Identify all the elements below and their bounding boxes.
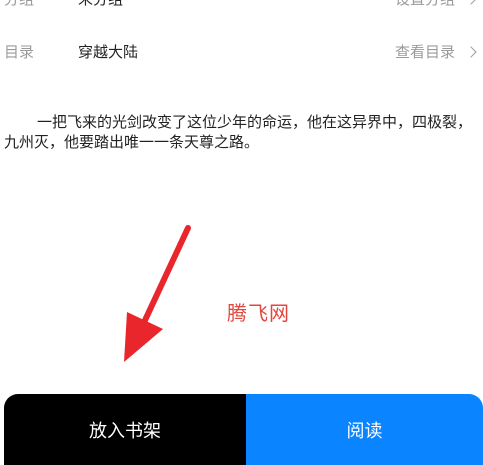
watermark-text: 腾飞网 (227, 301, 290, 325)
add-to-shelf-button[interactable]: 放入书架 (4, 394, 246, 465)
read-button[interactable]: 阅读 (246, 394, 483, 465)
bottom-action-bar: 放入书架 阅读 (4, 394, 483, 465)
arrow-shaft (137, 225, 191, 334)
